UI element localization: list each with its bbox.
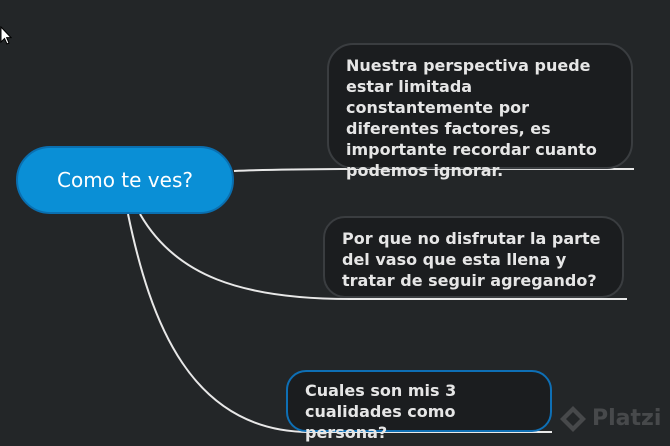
subtopic-node[interactable]: Por que no disfrutar la parte del vaso q… — [323, 216, 624, 298]
subtopic-node-selected[interactable]: Cuales son mis 3 cualidades como persona… — [286, 370, 552, 442]
subtopic-text: Por que no disfrutar la parte del vaso q… — [342, 229, 601, 290]
platzi-watermark: Platzi — [556, 402, 666, 442]
platzi-logo-icon — [560, 406, 586, 432]
subtopic-text: Nuestra perspectiva puede estar limitada… — [346, 56, 597, 180]
subtopic-node[interactable]: Nuestra perspectiva puede estar limitada… — [327, 43, 633, 180]
watermark-text: Platzi — [592, 406, 662, 431]
mouse-cursor-icon — [0, 26, 12, 45]
root-topic-label: Como te ves? — [57, 168, 193, 192]
root-topic-node[interactable]: Como te ves? — [16, 146, 234, 214]
